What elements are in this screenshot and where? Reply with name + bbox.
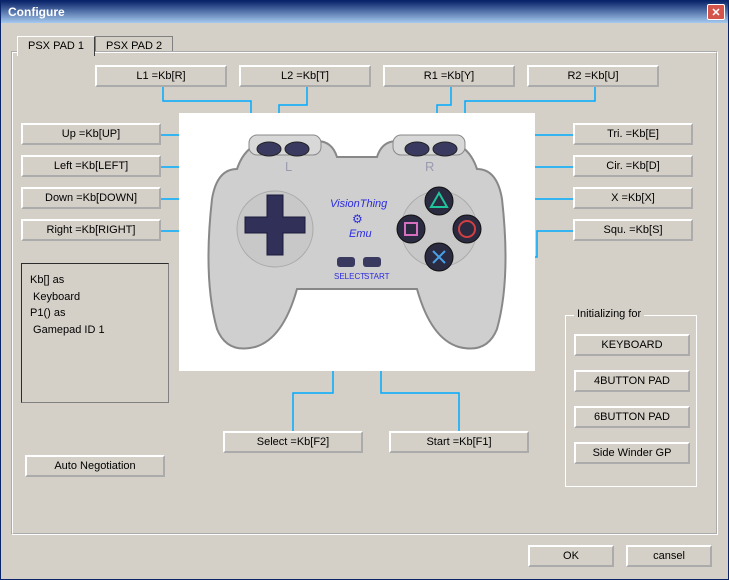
circle-button[interactable]: Cir. =Kb[D] bbox=[573, 155, 693, 177]
close-icon: ✕ bbox=[711, 6, 720, 19]
titlebar: Configure ✕ bbox=[1, 1, 728, 23]
shoulder-l-label: L bbox=[285, 159, 292, 174]
left-button[interactable]: Left =Kb[LEFT] bbox=[21, 155, 161, 177]
window: Configure ✕ PSX PAD 1 PSX PAD 2 L1 =Kb[R… bbox=[0, 0, 729, 580]
r2-button[interactable]: R2 =Kb[U] bbox=[527, 65, 659, 87]
close-button[interactable]: ✕ bbox=[707, 4, 725, 20]
ok-button[interactable]: OK bbox=[528, 545, 614, 567]
x-button[interactable]: X =Kb[X] bbox=[573, 187, 693, 209]
start-button[interactable]: Start =Kb[F1] bbox=[389, 431, 529, 453]
init-group-title: Initializing for bbox=[574, 308, 644, 320]
dialog-buttons: OK cansel bbox=[528, 545, 712, 567]
brand-line-2: Emu bbox=[349, 228, 372, 240]
shoulder-r-label: R bbox=[425, 159, 434, 174]
init-sidewinder-button[interactable]: Side Winder GP bbox=[574, 442, 690, 464]
client-area: PSX PAD 1 PSX PAD 2 L1 =Kb[R] L2 =Kb[T] … bbox=[7, 29, 722, 573]
tab-psx-pad-1[interactable]: PSX PAD 1 bbox=[17, 36, 95, 56]
legend-line: Kb[] as bbox=[30, 272, 160, 289]
down-button[interactable]: Down =Kb[DOWN] bbox=[21, 187, 161, 209]
ps-icon: ⚙ bbox=[352, 212, 363, 226]
legend-line: Gamepad ID 1 bbox=[30, 322, 160, 339]
legend-box: Kb[] as Keyboard P1() as Gamepad ID 1 bbox=[21, 263, 169, 403]
select-label: SELECT bbox=[334, 272, 365, 281]
start-label: START bbox=[364, 272, 390, 281]
legend-line: P1() as bbox=[30, 305, 160, 322]
brand-line-1: VisionThing bbox=[330, 198, 388, 210]
triangle-button[interactable]: Tri. =Kb[E] bbox=[573, 123, 693, 145]
up-button[interactable]: Up =Kb[UP] bbox=[21, 123, 161, 145]
right-button[interactable]: Right =Kb[RIGHT] bbox=[21, 219, 161, 241]
init-group: Initializing for KEYBOARD 4BUTTON PAD 6B… bbox=[565, 315, 697, 487]
window-title: Configure bbox=[4, 5, 707, 19]
tab-panel: L1 =Kb[R] L2 =Kb[T] R1 =Kb[Y] R2 =Kb[U] … bbox=[11, 51, 718, 535]
r1-button[interactable]: R1 =Kb[Y] bbox=[383, 65, 515, 87]
l1-button[interactable]: L1 =Kb[R] bbox=[95, 65, 227, 87]
legend-line: Keyboard bbox=[30, 289, 160, 306]
l2-button[interactable]: L2 =Kb[T] bbox=[239, 65, 371, 87]
init-keyboard-button[interactable]: KEYBOARD bbox=[574, 334, 690, 356]
cancel-button[interactable]: cansel bbox=[626, 545, 712, 567]
controller-image: L R bbox=[179, 113, 535, 371]
select-button[interactable]: Select =Kb[F2] bbox=[223, 431, 363, 453]
square-button[interactable]: Squ. =Kb[S] bbox=[573, 219, 693, 241]
init-6button-button[interactable]: 6BUTTON PAD bbox=[574, 406, 690, 428]
init-4button-button[interactable]: 4BUTTON PAD bbox=[574, 370, 690, 392]
auto-negotiation-button[interactable]: Auto Negotiation bbox=[25, 455, 165, 477]
